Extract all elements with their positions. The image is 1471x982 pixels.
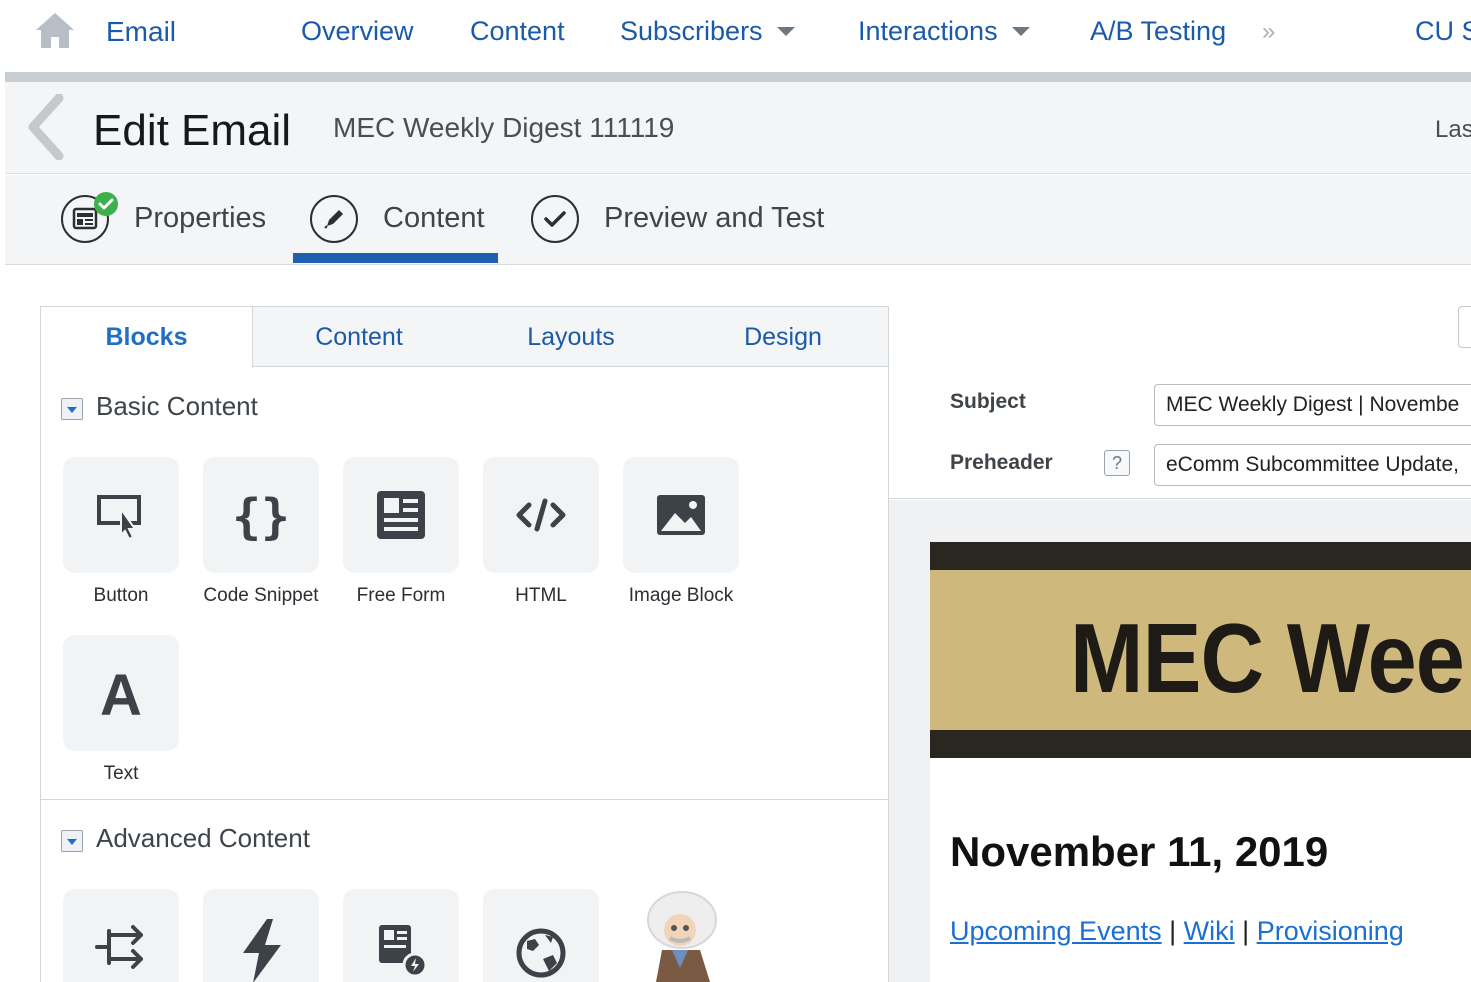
banner-title: MEC Wee [1070, 603, 1465, 713]
code-braces-icon: {} [232, 489, 290, 545]
pencil-icon [310, 195, 358, 243]
banner-bottom-stripe [930, 730, 1471, 758]
tab-design[interactable]: Design [677, 307, 889, 367]
block-code-snippet[interactable]: {} [203, 457, 319, 573]
dynamic-content-icon [379, 925, 428, 978]
collapse-toggle-icon[interactable] [61, 830, 83, 852]
section-advanced-content-label: Advanced Content [96, 823, 310, 853]
svg-text:{}: {} [232, 489, 290, 545]
email-links: Upcoming Events | Wiki | Provisioning [950, 916, 1404, 947]
nav-app-email[interactable]: Email [106, 16, 176, 48]
subject-label: Subject [950, 390, 1026, 413]
page-header: Edit Email MEC Weekly Digest 111119 Las [5, 82, 1471, 174]
block-html[interactable] [483, 457, 599, 573]
email-banner[interactable]: MEC Wee [930, 570, 1471, 730]
email-fields: Subject MEC Weekly Digest | Novembe Preh… [889, 366, 1471, 499]
block-html-label: HTML [515, 585, 567, 606]
step-preview-label: Preview and Test [604, 202, 825, 234]
block-text[interactable]: A [63, 635, 179, 751]
chevron-down-icon [776, 27, 795, 37]
nav-interactions[interactable]: Interactions [858, 16, 1030, 47]
text-letter-icon: A [100, 663, 142, 728]
nav-ab-testing[interactable]: A/B Testing [1090, 16, 1226, 47]
email-date-heading[interactable]: November 11, 2019 [950, 828, 1328, 876]
checkmark-icon [531, 195, 579, 243]
block-advanced-2[interactable] [203, 889, 319, 982]
preheader-label: Preheader [950, 451, 1053, 474]
nav-subscribers-label: Subscribers [620, 16, 763, 46]
share-arrow-icon [95, 925, 143, 969]
lightning-icon [243, 919, 281, 982]
block-advanced-1[interactable] [63, 889, 179, 982]
step-properties-label: Properties [134, 202, 267, 234]
step-tabs: Properties Content Preview and Test [5, 175, 1471, 265]
email-preview: MEC Wee November 11, 2019 Upcoming Event… [930, 542, 1471, 982]
top-navigation: Email Overview Content Subscribers Inter… [0, 0, 1471, 72]
block-image[interactable] [623, 457, 739, 573]
active-step-indicator [293, 253, 498, 263]
banner-top-stripe [930, 542, 1471, 570]
button-block-icon [97, 495, 141, 541]
tab-blocks[interactable]: Blocks [41, 307, 253, 368]
back-chevron-icon[interactable] [23, 94, 67, 160]
last-modified-text: Las [1435, 116, 1471, 143]
tab-layouts[interactable]: Layouts [465, 307, 677, 367]
link-separator: | [1242, 916, 1250, 946]
step-content-label: Content [383, 202, 485, 234]
content-panel: Blocks Content Layouts Design Basic Cont… [40, 306, 889, 982]
complete-check-icon [94, 192, 118, 216]
panel-tabs: Blocks Content Layouts Design [41, 307, 889, 368]
image-icon [657, 495, 705, 535]
svg-text:A: A [100, 663, 142, 728]
page-title: Edit Email [93, 106, 292, 155]
block-advanced-4[interactable] [483, 889, 599, 982]
link-wiki[interactable]: Wiki [1184, 916, 1235, 946]
nav-divider [5, 72, 1471, 82]
email-name: MEC Weekly Digest 111119 [333, 112, 675, 143]
block-image-label: Image Block [628, 585, 734, 606]
link-upcoming-events[interactable]: Upcoming Events [950, 916, 1162, 946]
link-separator: | [1169, 916, 1177, 946]
block-code-snippet-label: Code Snippet [203, 585, 319, 606]
preheader-input[interactable]: eComm Subcommittee Update, [1154, 444, 1471, 486]
einstein-mascot-icon[interactable] [640, 888, 722, 982]
nav-content[interactable]: Content [470, 16, 565, 47]
block-advanced-3[interactable] [343, 889, 459, 982]
link-provisioning[interactable]: Provisioning [1257, 916, 1404, 946]
section-divider [41, 799, 888, 800]
html-code-icon [516, 498, 566, 532]
nav-interactions-label: Interactions [858, 16, 998, 46]
tab-content[interactable]: Content [253, 307, 465, 367]
nav-subscribers[interactable]: Subscribers [620, 16, 795, 47]
block-button[interactable] [63, 457, 179, 573]
nav-cu-item[interactable]: CU S [1415, 16, 1471, 47]
free-form-icon [377, 491, 425, 539]
collapse-toggle-icon[interactable] [61, 398, 83, 420]
globe-icon [516, 928, 566, 978]
block-free-form-label: Free Form [356, 585, 446, 606]
nav-overview[interactable]: Overview [301, 16, 414, 47]
help-icon[interactable]: ? [1104, 450, 1130, 476]
home-icon[interactable] [34, 10, 76, 50]
block-free-form[interactable] [343, 457, 459, 573]
toolbar-button-partial[interactable] [1458, 306, 1471, 348]
block-text-label: Text [103, 763, 139, 784]
chevron-down-icon [1011, 27, 1030, 37]
block-button-label: Button [93, 585, 149, 606]
section-basic-content-label: Basic Content [96, 391, 258, 421]
subject-input[interactable]: MEC Weekly Digest | Novembe [1154, 384, 1471, 426]
nav-more-icon[interactable]: » [1262, 18, 1275, 46]
